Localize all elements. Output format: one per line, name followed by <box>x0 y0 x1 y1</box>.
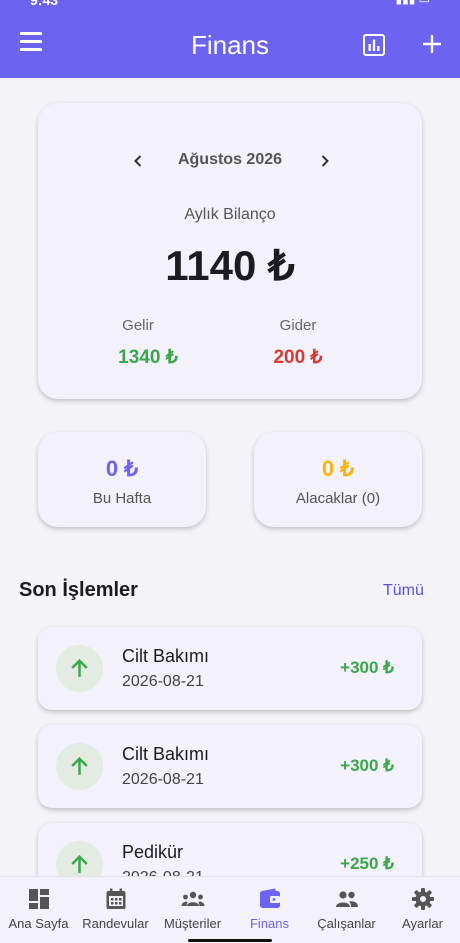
people-icon <box>335 891 358 907</box>
transaction-title: Pedikür <box>122 842 184 862</box>
balance-value: 1140 ₺ <box>165 242 295 289</box>
dashboard-icon <box>28 889 49 909</box>
nav-label: Çalışanlar <box>317 916 376 931</box>
balance-label: Aylık Bilanço <box>184 206 276 223</box>
nav-item-appointments[interactable]: Randevular <box>77 877 154 943</box>
nav-item-customers[interactable]: Müşteriler <box>154 877 231 943</box>
month-label: Ağustos 2026 <box>177 151 283 168</box>
nav-label: Randevular <box>82 916 149 931</box>
nav-label: Finans <box>249 916 290 931</box>
transaction-amount: +250 ₺ <box>340 854 394 873</box>
arrow-up-icon <box>56 645 103 692</box>
arrow-up-icon <box>56 743 103 790</box>
nav-label: Ana Sayfa <box>8 916 69 931</box>
nav-item-home[interactable]: Ana Sayfa <box>0 877 77 943</box>
transaction-amount: +300 ₺ <box>340 756 394 775</box>
expense-label: Gider <box>279 317 317 334</box>
see-all-link[interactable]: Tümü <box>383 582 424 600</box>
groups-icon <box>181 891 204 906</box>
receivables-value: 0 ₺ <box>321 456 355 481</box>
week-value: 0 ₺ <box>105 456 139 481</box>
home-indicator <box>188 939 272 942</box>
calendar-icon <box>106 888 125 909</box>
page-title: Finans <box>190 30 270 60</box>
transaction-title: Cilt Bakımı <box>122 744 210 764</box>
transaction-item[interactable]: Cilt Bakımı 2026-08-21 +300 ₺ <box>38 627 422 710</box>
transaction-date: 2026-08-21 <box>122 673 204 690</box>
status-time: 9:43 <box>30 0 59 8</box>
week-label: Bu Hafta <box>92 490 152 507</box>
gear-icon <box>411 888 434 910</box>
nav-item-settings[interactable]: Ayarlar <box>385 877 460 943</box>
transaction-title: Cilt Bakımı <box>122 646 210 666</box>
recent-transactions-title: Son İşlemler <box>19 579 138 601</box>
this-week-card[interactable]: 0 ₺ Bu Hafta <box>38 432 206 527</box>
bottom-navigation: Ana Sayfa Randevular Müşteriler Finans Ç… <box>0 876 460 943</box>
receivables-card[interactable]: 0 ₺ Alacaklar (0) <box>254 432 422 527</box>
status-bar: 9:43 ▮▮▮ ▭ <box>0 0 460 10</box>
nav-label: Müşteriler <box>163 916 222 931</box>
status-icons: ▮▮▮ ▭ <box>396 0 430 6</box>
transaction-item[interactable]: Cilt Bakımı 2026-08-21 +300 ₺ <box>38 725 422 808</box>
nav-item-finance[interactable]: Finans <box>231 877 308 943</box>
add-icon[interactable] <box>420 32 444 56</box>
receivables-label: Alacaklar (0) <box>295 490 381 507</box>
transaction-amount: +300 ₺ <box>340 658 394 677</box>
nav-item-employees[interactable]: Çalışanlar <box>308 877 385 943</box>
monthly-balance-card: Ağustos 2026 Aylık Bilanço 1140 ₺ Gelir … <box>38 103 422 399</box>
wallet-icon <box>259 888 280 908</box>
income-label: Gelir <box>122 317 154 334</box>
transaction-date: 2026-08-21 <box>122 771 204 788</box>
nav-label: Ayarlar <box>402 916 443 931</box>
chevron-right-icon[interactable] <box>317 153 333 169</box>
report-chart-icon[interactable] <box>362 33 386 57</box>
app-bar: Finans <box>0 10 460 78</box>
expense-value: 200 ₺ <box>273 347 323 368</box>
